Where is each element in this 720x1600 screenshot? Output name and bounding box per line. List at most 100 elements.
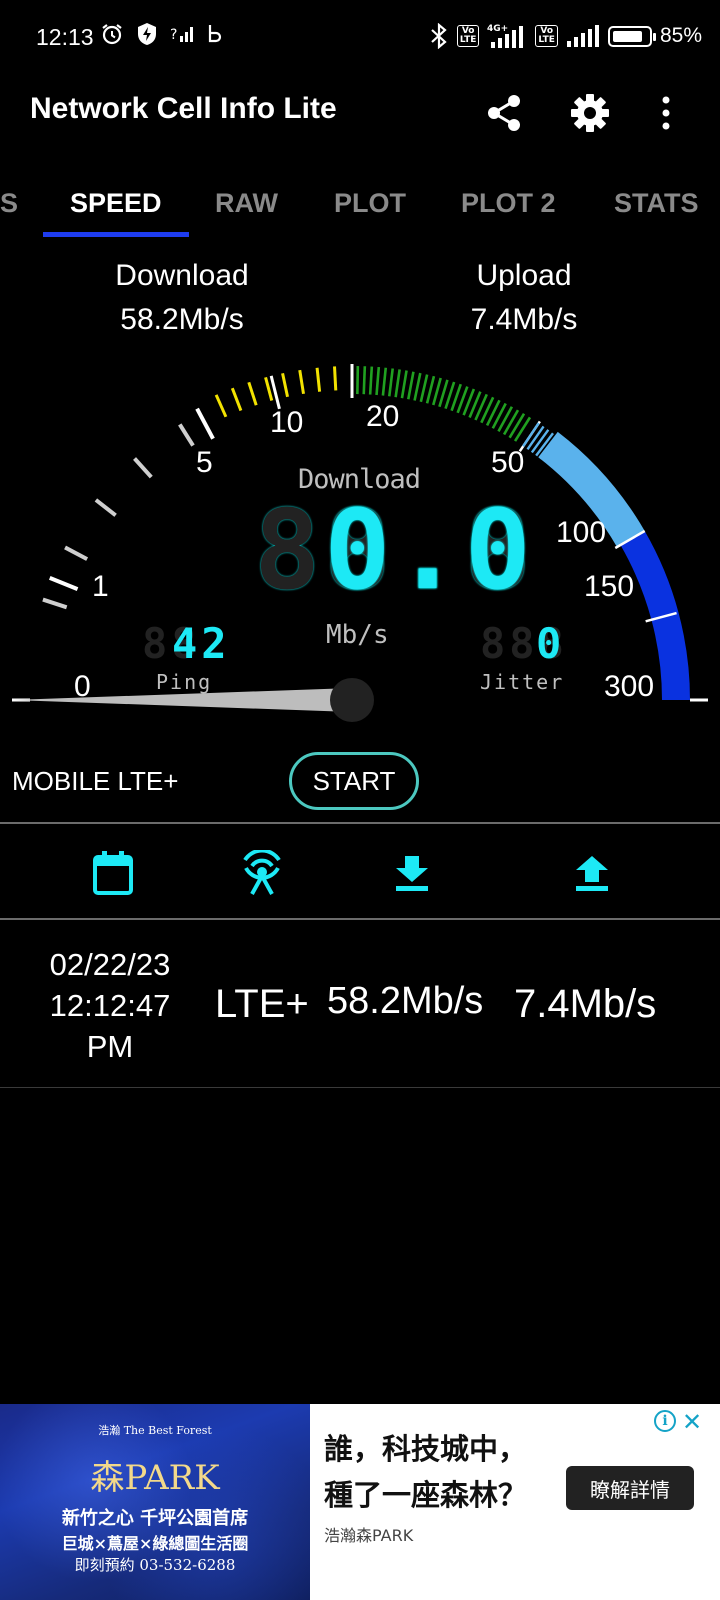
jitter-value: 0 (536, 619, 566, 668)
history-time: 12:12:47 (49, 988, 171, 1023)
tab-speed[interactable]: SPEED (70, 188, 162, 219)
divider (0, 918, 720, 920)
ad-headline[interactable]: 誰，科技城中， 種了一座森林？ (324, 1426, 527, 1518)
gauge-tick-green (388, 368, 394, 397)
gauge-tick-yellow (264, 376, 274, 401)
sort-by-download-button[interactable] (387, 848, 437, 898)
bluetooth-icon (431, 23, 447, 49)
ad-info-icon[interactable]: i (654, 1410, 676, 1432)
gauge-tick-minor (94, 498, 117, 517)
gauge-tick-green (394, 369, 401, 398)
ad-image-line3: 即刻預約 03-532-6288 (74, 1556, 236, 1574)
gauge-tick-yellow (333, 366, 338, 391)
ad-image-line1: 新竹之心 千坪公園首席 (61, 1508, 249, 1529)
app-title: Network Cell Info Lite (30, 92, 337, 125)
scale-label-0: 0 (74, 670, 91, 703)
gauge-tick-yellow (315, 367, 322, 392)
history-ampm: PM (86, 1029, 134, 1064)
ad-cta-button[interactable]: 瞭解詳情 (566, 1466, 694, 1510)
calendar-icon (93, 851, 133, 895)
gauge-tick-yellow (247, 381, 258, 406)
sort-by-upload-button[interactable] (567, 848, 617, 898)
history-row[interactable]: 02/22/23 12:12:47 PM LTE+ 58.2Mb/s 7.4Mb… (0, 922, 720, 1088)
gauge-tick-major (195, 407, 215, 440)
gauge-tick-minor (133, 457, 153, 479)
history-datetime: 02/22/23 12:12:47 PM (30, 944, 190, 1067)
ad-image-title: 森PARK (90, 1458, 220, 1498)
signal-icon (566, 25, 599, 47)
tab-plot-2[interactable]: PLOT 2 (461, 188, 556, 219)
ad-source: 浩瀚森PARK (324, 1526, 414, 1545)
volte-icon: Vo LTE (456, 25, 480, 47)
gauge-tick-yellow (214, 394, 228, 418)
battery-icon (607, 25, 656, 47)
divider (0, 1087, 720, 1088)
volte-icon: Vo LTE (535, 25, 558, 47)
gauge-tick-yellow (298, 369, 305, 395)
settings-button[interactable] (567, 90, 613, 136)
gauge-tick-minor (64, 545, 89, 561)
more-options-button[interactable] (643, 90, 689, 136)
upload-summary: Upload 7.4Mb/s (414, 254, 634, 342)
download-summary: Download 58.2Mb/s (72, 254, 292, 342)
sort-by-date-button[interactable] (88, 848, 138, 898)
history-network: LTE+ (215, 982, 309, 1026)
download-label: Download (115, 259, 249, 292)
gauge-hub (330, 678, 374, 722)
tab-raw[interactable]: RAW (215, 188, 278, 219)
upload-icon (576, 856, 608, 891)
gauge-tick-green (413, 372, 422, 401)
tab-s[interactable]: S (0, 188, 18, 219)
upload-label: Upload (476, 259, 572, 292)
gauge-tick-green (375, 366, 381, 396)
tab-plot[interactable]: PLOT (334, 188, 406, 219)
jitter-label: Jitter (480, 670, 565, 694)
start-button[interactable]: START (289, 752, 419, 810)
gauge-tick-green (419, 374, 429, 403)
speed-reading: 80.0 (254, 490, 535, 610)
connection-type: MOBILE LTE+ (12, 766, 179, 796)
status-icons-right: Vo LTE 4G+ Vo LTE 85% (429, 22, 702, 50)
gauge-tick-green (400, 370, 408, 399)
ad-banner[interactable]: 浩瀚 The Best Forest 森PARK 新竹之心 千坪公園首席 巨城×… (0, 1404, 720, 1600)
gauge-tick-minor (42, 597, 68, 610)
shield-bolt-icon (138, 23, 156, 45)
scale-label-1: 1 (92, 570, 109, 603)
gauge-tick-green (497, 406, 514, 432)
ad-image-brand: 浩瀚 The Best Forest (98, 1424, 212, 1437)
sort-by-network-button[interactable] (237, 848, 287, 898)
b-icon (208, 25, 222, 43)
signal-question-icon: ? (170, 27, 193, 43)
divider (0, 822, 720, 824)
signal-icon: 4G+ (487, 24, 524, 48)
alarm-icon (102, 24, 122, 45)
speed-reading-value: 0.0 (324, 486, 535, 614)
gauge-tick-green (381, 367, 388, 396)
status-time: 12:13 (36, 24, 94, 50)
ping-value: 42 (172, 619, 231, 668)
gauge-tick-yellow (230, 387, 243, 412)
history-date: 02/22/23 (49, 947, 171, 982)
speed-gauge: 0 1 5 10 20 50 100 150 300 Download 88.8… (0, 340, 720, 740)
download-icon (396, 856, 428, 891)
gauge-tick-green (432, 377, 442, 406)
upload-value: 7.4Mb/s (470, 303, 578, 336)
ping-label: Ping (156, 670, 213, 694)
scale-label-100: 100 (556, 516, 607, 549)
gauge-tick-major (48, 576, 79, 591)
gauge-tick-yellow (281, 372, 290, 398)
share-button[interactable] (481, 90, 527, 136)
tab-stats[interactable]: STATS (614, 188, 699, 219)
history-upload: 7.4Mb/s (514, 982, 657, 1026)
status-bar: 12:13 ? Vo LTE 4G+ Vo LTE 85% (0, 0, 720, 76)
gauge-tick-green (407, 371, 415, 400)
gauge-tick-green (508, 413, 526, 439)
gauge-tick-green (502, 409, 520, 436)
app-bar: Network Cell Info Lite (0, 76, 720, 166)
ad-image[interactable]: 浩瀚 The Best Forest 森PARK 新竹之心 千坪公園首席 巨城×… (0, 1404, 310, 1600)
tab-indicator (43, 232, 189, 237)
ad-close-icon[interactable]: ✕ (682, 1408, 702, 1436)
ad-headline-line1: 誰，科技城中， (324, 1432, 528, 1466)
scale-label-10: 10 (270, 406, 304, 439)
scale-label-20: 20 (366, 400, 400, 433)
